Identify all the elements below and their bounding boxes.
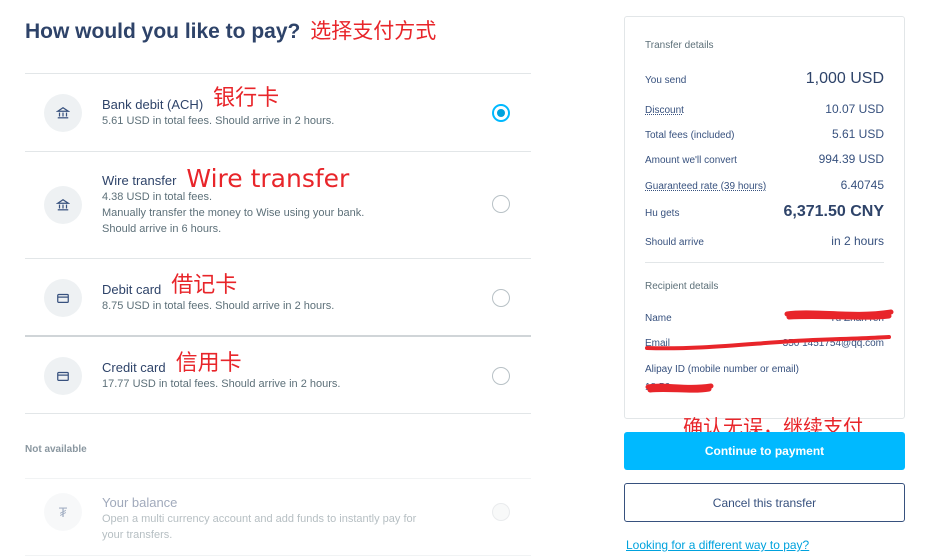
method-wire-transfer[interactable]: Wire transfer Wire transfer 4.38 USD in t… bbox=[25, 151, 531, 258]
method-desc: 8.75 USD in total fees. Should arrive in… bbox=[102, 300, 335, 312]
method-name: Bank debit (ACH) bbox=[102, 97, 204, 112]
detail-row: You send 1,000 USD bbox=[645, 70, 884, 87]
bank-icon bbox=[44, 94, 82, 132]
method-desc: 17.77 USD in total fees. Should arrive i… bbox=[102, 378, 341, 390]
transfer-details-panel: Transfer details You send 1,000 USD Disco… bbox=[624, 16, 905, 419]
method-name: Your balance bbox=[102, 495, 178, 510]
bank-icon bbox=[44, 186, 82, 224]
method-annotation: 银行卡 bbox=[213, 86, 280, 111]
method-desc: Should arrive in 6 hours. bbox=[102, 223, 222, 235]
recipient-name-label: Name bbox=[645, 313, 672, 324]
detail-row: Should arrive in 2 hours bbox=[645, 234, 884, 248]
method-annotation: 信用卡 bbox=[175, 351, 242, 376]
method-bank-debit[interactable]: Bank debit (ACH) 银行卡 5.61 USD in total fe… bbox=[25, 73, 531, 151]
radio-disabled bbox=[492, 503, 510, 521]
card-icon bbox=[44, 279, 82, 317]
radio-empty[interactable] bbox=[492, 367, 510, 385]
not-available-label: Not available bbox=[25, 444, 87, 455]
method-annotation: Wire transfer bbox=[186, 164, 350, 193]
transfer-details-title: Transfer details bbox=[645, 40, 714, 51]
method-desc: 5.61 USD in total fees. Should arrive in… bbox=[102, 115, 335, 127]
alipay-id-label: Alipay ID (mobile number or email) bbox=[645, 364, 799, 375]
method-desc: your transfers. bbox=[102, 529, 173, 541]
method-annotation: 借记卡 bbox=[171, 273, 238, 298]
radio-selected[interactable] bbox=[492, 104, 510, 122]
method-credit-card[interactable]: Credit card 信用卡 17.77 USD in total fees. … bbox=[25, 336, 531, 414]
balance-icon: ₮ bbox=[44, 493, 82, 531]
title-annotation: 选择支付方式 bbox=[310, 19, 437, 43]
method-your-balance: ₮ Your balance Open a multi currency acc… bbox=[25, 478, 531, 556]
recipient-details-title: Recipient details bbox=[645, 281, 719, 292]
guaranteed-rate-link[interactable]: Guaranteed rate (39 hours) bbox=[645, 181, 766, 192]
radio-empty[interactable] bbox=[492, 195, 510, 213]
method-debit-card[interactable]: Debit card 借记卡 8.75 USD in total fees. Sh… bbox=[25, 258, 531, 336]
detail-row: Total fees (included) 5.61 USD bbox=[645, 127, 884, 141]
detail-row: Discount 10.07 USD bbox=[645, 102, 884, 116]
cancel-transfer-button[interactable]: Cancel this transfer bbox=[624, 483, 905, 522]
divider bbox=[645, 262, 884, 263]
radio-empty[interactable] bbox=[492, 289, 510, 307]
redaction-scribble-email bbox=[645, 335, 891, 351]
method-name: Wire transfer bbox=[102, 173, 177, 188]
different-way-to-pay-link[interactable]: Looking for a different way to pay? bbox=[626, 538, 809, 552]
method-desc: Manually transfer the money to Wise usin… bbox=[102, 207, 365, 219]
detail-row: Amount we'll convert 994.39 USD bbox=[645, 152, 884, 166]
redaction-scribble-name bbox=[784, 309, 894, 320]
method-name: Credit card bbox=[102, 360, 166, 375]
discount-link[interactable]: Discount bbox=[645, 105, 684, 116]
continue-to-payment-button[interactable]: Continue to payment bbox=[624, 432, 905, 470]
payment-methods-list: Bank debit (ACH) 银行卡 5.61 USD in total fe… bbox=[25, 73, 531, 414]
card-icon bbox=[44, 357, 82, 395]
page-title-text: How would you like to pay? bbox=[25, 20, 301, 43]
redaction-scribble-alipay bbox=[645, 383, 714, 393]
page-title: How would you like to pay? 选择支付方式 bbox=[25, 15, 436, 45]
detail-row: Guaranteed rate (39 hours) 6.40745 bbox=[645, 178, 884, 192]
detail-row: Hu gets 6,371.50 CNY bbox=[645, 203, 884, 220]
method-desc: Open a multi currency account and add fu… bbox=[102, 513, 417, 525]
method-name: Debit card bbox=[102, 282, 162, 297]
